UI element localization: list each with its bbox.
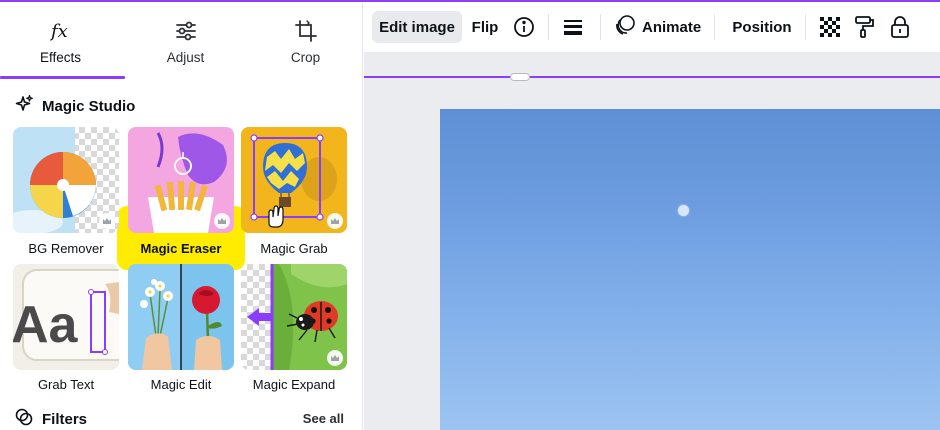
sliders-icon <box>125 18 246 44</box>
sky-photo-image[interactable] <box>440 109 940 430</box>
info-icon[interactable] <box>509 11 539 43</box>
filters-icon <box>14 407 34 430</box>
filters-header: Filters <box>14 407 87 430</box>
premium-crown-icon <box>99 213 115 229</box>
grab-text-tile[interactable]: Aa <box>13 264 119 370</box>
magic-grab-tile[interactable] <box>241 127 347 233</box>
tab-crop[interactable]: Crop <box>245 2 366 78</box>
page-guide-line <box>364 76 940 78</box>
resize-handle[interactable] <box>510 73 530 81</box>
active-tab-indicator <box>0 76 125 79</box>
magic-studio-header: Magic Studio <box>14 94 135 118</box>
tab-adjust[interactable]: Adjust <box>125 2 246 78</box>
panel-tabs: fx Effects Adjust Crop <box>0 2 366 79</box>
premium-crown-icon <box>214 213 230 229</box>
toolbar-separator <box>600 14 601 40</box>
paint-roller-icon[interactable] <box>850 11 878 43</box>
magic-eraser-tile[interactable] <box>128 127 234 233</box>
svg-text:Aa: Aa <box>13 296 79 354</box>
moon <box>678 205 689 216</box>
magic-eraser-label: Magic Eraser <box>140 241 222 256</box>
design-canvas-area <box>364 52 940 430</box>
filters-title: Filters <box>42 410 88 428</box>
magic-edit-label: Magic Edit <box>150 377 212 392</box>
animate-button[interactable]: Animate <box>608 11 702 43</box>
magic-expand-tile[interactable] <box>241 264 347 370</box>
premium-crown-icon <box>327 213 343 229</box>
lines-icon[interactable] <box>558 11 588 43</box>
magic-edit-thumbnail <box>128 264 234 370</box>
transparency-icon[interactable] <box>816 11 844 43</box>
lock-icon[interactable] <box>886 11 914 43</box>
bg-remover-tile[interactable] <box>13 127 119 233</box>
toolbar-separator <box>714 14 715 40</box>
grab-text-thumbnail: Aa <box>13 264 119 370</box>
tab-effects-label: Effects <box>39 50 82 65</box>
flip-button[interactable]: Flip <box>466 11 504 43</box>
magic-grab-label: Magic Grab <box>260 241 328 256</box>
animate-label: Animate <box>642 18 702 36</box>
editor-page: fx Effects Adjust Crop Magic Studio BG R… <box>0 0 940 430</box>
tab-effects[interactable]: fx Effects <box>0 2 121 78</box>
magic-sparkle-icon <box>14 94 34 119</box>
filters-see-all-link[interactable]: See all <box>303 411 344 426</box>
fx-icon: fx <box>0 18 121 44</box>
tab-crop-label: Crop <box>290 50 321 65</box>
magic-expand-label: Magic Expand <box>252 377 336 392</box>
animate-icon <box>614 14 636 40</box>
premium-crown-icon <box>327 350 343 366</box>
toolbar-separator <box>805 14 806 40</box>
effects-side-panel: fx Effects Adjust Crop Magic Studio BG R… <box>0 2 363 430</box>
magic-edit-tile[interactable] <box>128 264 234 370</box>
svg-text:fx: fx <box>49 21 68 42</box>
position-button[interactable]: Position <box>724 11 800 43</box>
crop-icon <box>245 18 366 44</box>
bg-remover-label: BG Remover <box>28 241 104 256</box>
magic-studio-title: Magic Studio <box>42 97 136 115</box>
edit-image-button[interactable]: Edit image <box>372 11 462 43</box>
grab-text-label: Grab Text <box>37 377 95 392</box>
toolbar-separator <box>548 14 549 40</box>
tab-adjust-label: Adjust <box>166 50 205 65</box>
image-toolbar: Edit image Flip Animate Position <box>364 2 940 52</box>
